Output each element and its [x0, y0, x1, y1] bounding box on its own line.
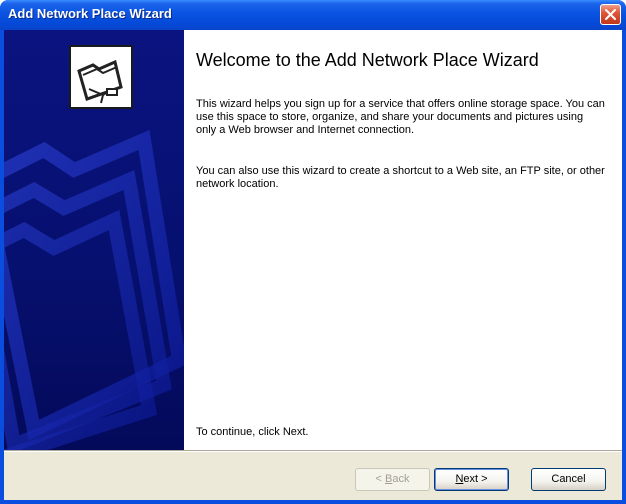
wizard-sidebar [4, 30, 184, 450]
button-separator [4, 450, 622, 452]
continue-instruction: To continue, click Next. [196, 426, 309, 438]
next-button[interactable]: Next > [434, 468, 509, 491]
cancel-button[interactable]: Cancel [531, 468, 606, 491]
close-button[interactable] [600, 4, 621, 25]
page-title: Welcome to the Add Network Place Wizard [196, 50, 539, 70]
shortcut-paragraph: You can also use this wizard to create a… [196, 165, 605, 190]
wizard-client-area: Welcome to the Add Network Place Wizard … [4, 30, 622, 500]
network-folder-icon [69, 45, 133, 109]
title-bar[interactable]: Add Network Place Wizard [0, 0, 626, 30]
back-button[interactable]: < Back [355, 468, 430, 491]
wizard-content: Welcome to the Add Network Place Wizard … [184, 30, 622, 450]
description-paragraph: This wizard helps you sign up for a serv… [196, 98, 605, 136]
wizard-window: Add Network Place Wizard Welcome to the … [0, 0, 626, 504]
window-title: Add Network Place Wizard [8, 6, 172, 21]
close-icon [605, 9, 616, 20]
